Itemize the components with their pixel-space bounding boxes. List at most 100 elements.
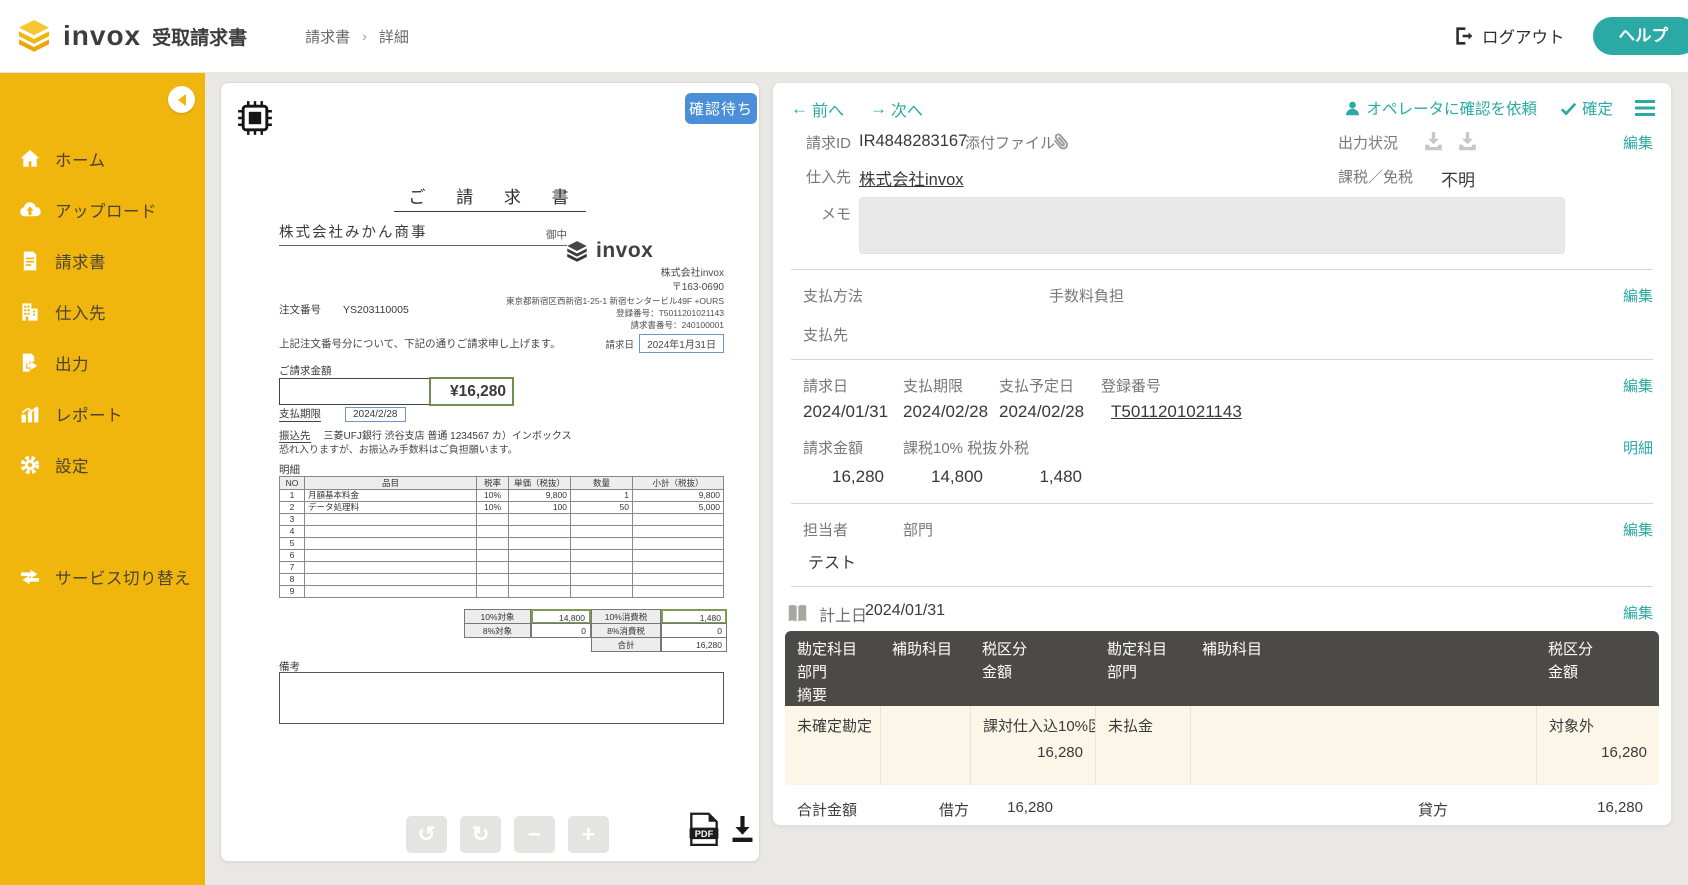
payee-label: 支払先 [803, 324, 848, 345]
export-download-icon[interactable] [1421, 129, 1446, 154]
rotate-left-icon [418, 822, 436, 847]
sidebar-item-upload[interactable]: アップロード [0, 184, 205, 235]
doc-amount-box: ¥16,280 [279, 378, 513, 405]
detail-row-supplier: 仕入先 株式会社invox 課税／免税 不明 [773, 166, 1671, 190]
menu-icon[interactable] [1635, 100, 1655, 116]
check-icon [1559, 99, 1578, 118]
breadcrumb-invoices[interactable]: 請求書 [305, 26, 350, 47]
rotate-right-button[interactable] [460, 816, 501, 853]
detail-row-payee: 支払先 [773, 324, 1671, 348]
debit-amount: 16,280 [971, 740, 1095, 766]
prev-button[interactable]: 前へ [791, 97, 844, 121]
doc-table-header-cell: 品目 [305, 477, 477, 490]
doc-table-header-cell: 税率 [477, 477, 509, 490]
sidebar-item-switch[interactable]: サービス切り替え [0, 551, 205, 602]
paperclip-icon[interactable] [1044, 125, 1078, 159]
detail-row-ids: 請求ID IR4848283167 添付ファイル 出力状況 編集 [773, 132, 1671, 156]
edit-payment-link[interactable]: 編集 [1623, 285, 1653, 306]
doc-table-row: 7 [280, 562, 724, 574]
invoice-detail-panel: 前へ 次へ オペレータに確認を依頼 確定 請求ID IR4848283167 添… [772, 82, 1672, 826]
sidebar-item-label: 出力 [55, 351, 89, 375]
breadcrumb-separator: › [362, 28, 367, 44]
credit-account: 未払金 [1096, 714, 1190, 740]
brand[interactable]: invox 受取請求書 [14, 19, 247, 53]
svg-text:PDF: PDF [695, 829, 714, 839]
credit-tax-class: 対象外 [1537, 714, 1659, 740]
payment-method-label: 支払方法 [803, 285, 863, 306]
edit-header-link[interactable]: 編集 [1623, 132, 1653, 153]
invoice-date-value: 2024/01/31 [803, 402, 881, 422]
tax-value: 1,480 [999, 467, 1082, 487]
logout-button[interactable]: ログアウト [1453, 24, 1565, 48]
edit-staff-link[interactable]: 編集 [1623, 519, 1653, 540]
breadcrumb-detail: 詳細 [379, 26, 409, 47]
supplier-label: 仕入先 [793, 166, 851, 187]
detail-nav-row: 前へ 次へ オペレータに確認を依頼 確定 [773, 97, 1671, 121]
sidebar-item-label: 仕入先 [55, 300, 106, 324]
sidebar-item-supplier[interactable]: 仕入先 [0, 286, 205, 337]
supplier-link[interactable]: 株式会社invox [859, 166, 964, 190]
sidebar-item-home[interactable]: ホーム [0, 133, 205, 184]
export-download-icon[interactable] [1455, 129, 1480, 154]
download-icon[interactable] [729, 815, 756, 844]
gear-icon [18, 453, 42, 477]
sidebar-item-invoice[interactable]: 請求書 [0, 235, 205, 286]
memo-input[interactable] [859, 197, 1565, 254]
breadcrumb: 請求書 › 詳細 [305, 26, 409, 47]
zoom-out-button[interactable] [514, 816, 555, 853]
total-label: 合計金額 [797, 799, 857, 820]
doc-summary-value [531, 637, 591, 652]
book-icon [785, 601, 810, 624]
sidebar-item-output[interactable]: 出力 [0, 337, 205, 388]
registration-no-link[interactable]: T5011201021143 [1111, 402, 1242, 422]
next-button[interactable]: 次へ [870, 97, 923, 121]
doc-table-header-cell: 小計（税抜） [633, 477, 724, 490]
confirm-button[interactable]: 確定 [1559, 97, 1613, 119]
credit-label: 貸方 [1418, 799, 1448, 820]
sidebar-item-label: サービス切り替え [55, 565, 191, 589]
arrow-left-icon [791, 99, 808, 119]
divider [791, 503, 1653, 504]
help-button[interactable]: ヘルプ [1593, 17, 1688, 55]
credit-total: 16,280 [1597, 799, 1643, 816]
home-icon [18, 147, 42, 171]
edit-billing-link[interactable]: 編集 [1623, 375, 1653, 396]
doc-due-date: 支払期限2024/2/28 [279, 406, 406, 422]
person-label: 担当者 [803, 519, 848, 540]
doc-table-row: 9 [280, 586, 724, 598]
taxable-label: 課税10% 税抜 [903, 437, 997, 458]
sidebar-menu: ホームアップロード請求書仕入先出力レポート設定 [0, 133, 205, 490]
pdf-icon[interactable]: PDF [689, 812, 719, 846]
debit-tax-class: 課対仕入込10%区分 [971, 714, 1095, 740]
chart-icon [18, 402, 42, 426]
zoom-in-button[interactable] [568, 816, 609, 853]
rotate-right-icon [472, 822, 490, 847]
request-operator-button[interactable]: オペレータに確認を依頼 [1343, 97, 1537, 119]
sidebar-bottom: サービス切り替え [0, 551, 205, 602]
sidebar: ホームアップロード請求書仕入先出力レポート設定 サービス切り替え [0, 73, 205, 885]
journal-row: 未確定勘定 課対仕入込10%区分16,280 未払金 対象外16,280 [785, 706, 1659, 785]
arrow-right-icon [870, 99, 887, 119]
doc-summary-value: 1,480 [661, 609, 727, 624]
doc-summary-label: 10%消費税 [591, 609, 661, 624]
doc-order-no: 注文番号YS203110005 [279, 302, 409, 317]
sidebar-item-report[interactable]: レポート [0, 388, 205, 439]
zoom-out-icon [528, 821, 541, 848]
sidebar-item-settings[interactable]: 設定 [0, 439, 205, 490]
logout-label: ログアウト [1482, 24, 1565, 48]
doc-bank-note: 恐れ入りますが、お振込み手数料はご負担願います。 [279, 441, 518, 456]
rotate-left-button[interactable] [406, 816, 447, 853]
sidebar-collapse-button[interactable] [168, 86, 195, 113]
memo-label: メモ [793, 203, 851, 224]
detail-lines-link[interactable]: 明細 [1623, 437, 1653, 458]
invoice-preview-panel: 確認待ち ご 請 求 書 株式会社みかん商事 御中 invox 株式会社invo… [220, 82, 760, 862]
fee-burden-label: 手数料負担 [1049, 285, 1124, 306]
doc-table-row: 8 [280, 574, 724, 586]
journal-date-row: 計上日 2024/01/31 編集 [773, 602, 1671, 626]
edit-journal-link[interactable]: 編集 [1623, 602, 1653, 623]
doc-summary-label: 10%対象 [464, 609, 531, 624]
debit-total: 16,280 [943, 799, 1053, 816]
invox-logo-icon [14, 19, 54, 53]
amount-value: 16,280 [803, 467, 884, 487]
due-date-label: 支払期限 [903, 375, 963, 396]
